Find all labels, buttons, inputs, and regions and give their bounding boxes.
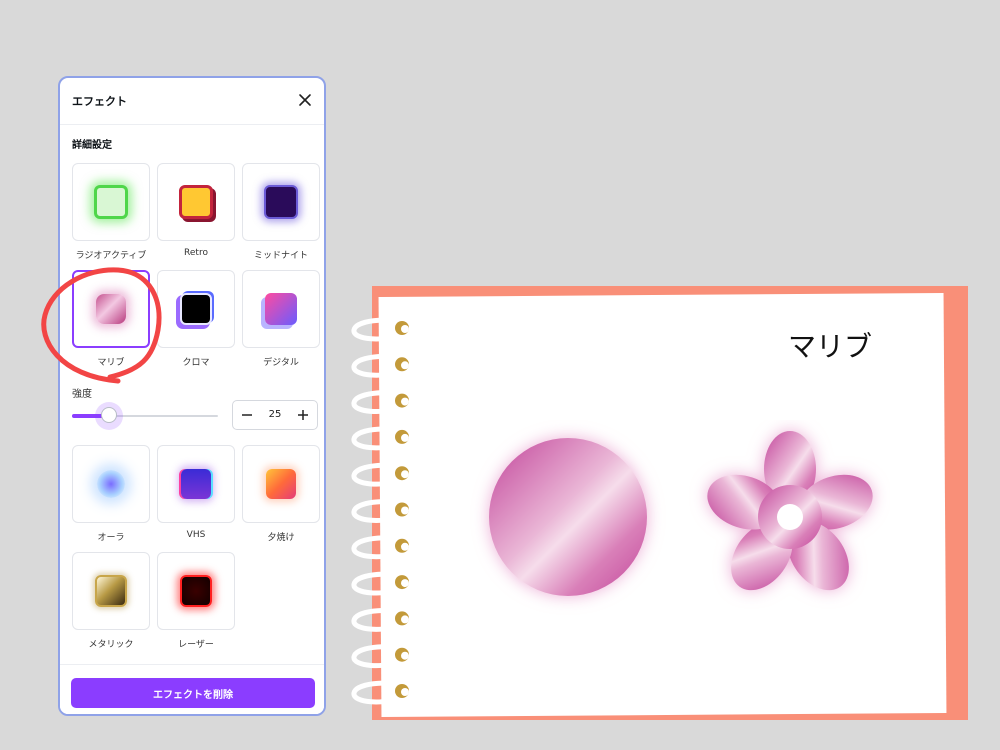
malibu-swatch xyxy=(96,294,126,324)
spiral-binding xyxy=(351,317,409,705)
effect-label: 夕焼け xyxy=(267,533,295,543)
effect-chroma[interactable]: クロマ xyxy=(157,270,235,368)
effect-radioactive[interactable]: ラジオアクティブ xyxy=(72,163,150,261)
intensity-value[interactable]: 25 xyxy=(261,409,289,420)
effect-label: デジタル xyxy=(263,358,299,368)
binding-hole-highlight xyxy=(401,579,409,588)
binding-hole-highlight xyxy=(401,470,409,479)
vhs-swatch xyxy=(181,469,211,499)
retro-swatch xyxy=(179,185,213,219)
effect-malibu[interactable]: マリブ xyxy=(72,270,150,368)
close-icon xyxy=(299,94,311,106)
effect-midnight[interactable]: ミッドナイト xyxy=(242,163,320,261)
effect-label: オーラ xyxy=(97,533,125,543)
effect-label: ミッドナイト xyxy=(253,251,308,261)
effect-label: ラジオアクティブ xyxy=(75,251,147,261)
page-title: マリブ xyxy=(788,330,873,363)
binding-hole-highlight xyxy=(401,433,409,442)
binding-hole-highlight xyxy=(401,325,409,333)
effect-label: レーザー xyxy=(178,640,214,650)
spiral-ring xyxy=(351,462,403,487)
spiral-ring xyxy=(351,680,403,705)
effect-label: メタリック xyxy=(88,640,134,650)
binding-hole-highlight xyxy=(401,361,409,370)
spiral-ring xyxy=(351,390,403,414)
intensity-stepper: 25 xyxy=(232,400,318,430)
effect-sunset[interactable]: 夕焼け xyxy=(242,445,320,543)
effect-retro[interactable]: Retro xyxy=(157,163,235,258)
effect-label: クロマ xyxy=(182,358,210,368)
effect-label: マリブ xyxy=(97,358,125,368)
effect-aura[interactable]: オーラ xyxy=(72,445,150,543)
decrease-button[interactable] xyxy=(233,401,261,429)
increase-button[interactable] xyxy=(289,401,317,429)
binding-hole-highlight xyxy=(401,688,409,696)
panel-footer: エフェクトを削除 xyxy=(60,664,324,714)
binding-hole-highlight xyxy=(401,506,409,515)
binding-hole-highlight xyxy=(401,542,409,551)
malibu-artwork xyxy=(489,431,873,596)
midnight-swatch xyxy=(264,185,298,219)
remove-effect-button[interactable]: エフェクトを削除 xyxy=(71,678,315,708)
radioactive-swatch xyxy=(94,185,128,219)
spiral-ring xyxy=(351,535,403,560)
panel-header: エフェクト xyxy=(60,78,324,125)
spiral-ring xyxy=(351,353,403,378)
metallic-swatch xyxy=(95,575,127,607)
effects-panel: エフェクト 詳細設定 ラジオアクティブ Retro ミッドナイト マリブ クロマ… xyxy=(58,76,326,716)
slider-handle[interactable] xyxy=(101,407,117,423)
plus-icon xyxy=(298,410,308,420)
effect-vhs[interactable]: VHS xyxy=(157,445,235,540)
spiral-ring xyxy=(351,426,403,451)
minus-icon xyxy=(242,414,252,416)
intensity-label: 強度 xyxy=(72,389,92,400)
binding-hole-highlight xyxy=(401,651,409,660)
laser-swatch xyxy=(180,575,212,607)
spiral-ring xyxy=(351,644,403,669)
effect-metallic[interactable]: メタリック xyxy=(72,552,150,650)
effect-digital[interactable]: デジタル xyxy=(242,270,320,368)
binding-hole-highlight xyxy=(401,397,409,406)
chroma-swatch xyxy=(180,293,212,325)
close-button[interactable] xyxy=(296,91,314,109)
spiral-ring xyxy=(351,608,403,632)
effect-label: VHS xyxy=(186,530,206,540)
spiral-ring xyxy=(351,571,403,596)
spiral-ring xyxy=(351,499,403,523)
malibu-flower-shape xyxy=(707,431,873,591)
spiral-ring xyxy=(351,317,403,342)
section-title: 詳細設定 xyxy=(72,140,112,151)
binding-hole-highlight xyxy=(401,615,409,624)
malibu-circle-shape xyxy=(489,438,647,596)
digital-swatch xyxy=(265,293,297,325)
sunset-swatch xyxy=(266,469,296,499)
effect-label: Retro xyxy=(184,248,208,258)
effect-laser[interactable]: レーザー xyxy=(157,552,235,650)
intensity-slider[interactable] xyxy=(72,402,222,430)
aura-swatch xyxy=(97,470,125,498)
panel-title: エフェクト xyxy=(72,95,127,108)
